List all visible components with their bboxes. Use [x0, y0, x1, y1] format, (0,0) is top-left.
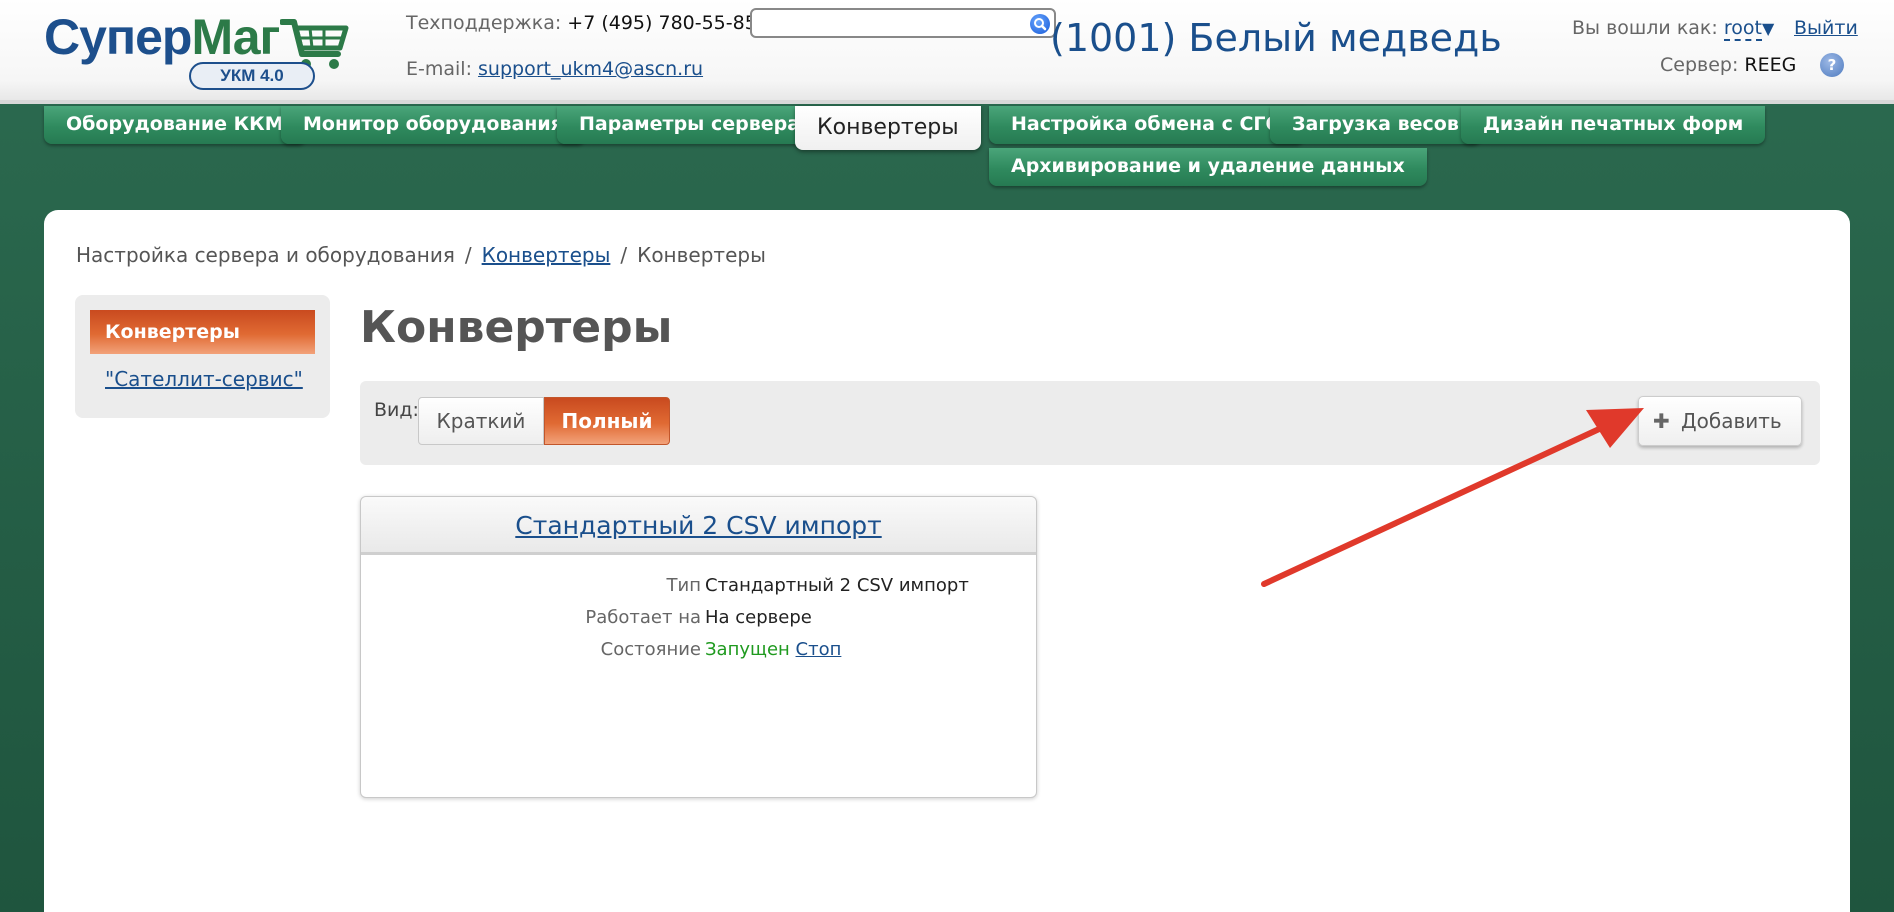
breadcrumb-current: Конвертеры — [637, 243, 766, 267]
sidebar-item-converters[interactable]: Конвертеры — [90, 310, 315, 354]
breadcrumb: Настройка сервера и оборудования / Конверт… — [76, 243, 766, 267]
tab-kkm-equipment[interactable]: Оборудование ККМ — [44, 106, 306, 144]
view-full-button[interactable]: Полный — [544, 397, 670, 445]
view-label: Вид: — [374, 399, 419, 421]
tab-print-forms[interactable]: Дизайн печатных форм — [1461, 106, 1766, 144]
help-icon[interactable]: ? — [1820, 53, 1844, 77]
tab-equipment-monitor[interactable]: Монитор оборудования — [281, 106, 585, 144]
tab-scales-loading[interactable]: Загрузка весов — [1270, 106, 1481, 144]
store-name: (1001) Белый медведь — [1050, 16, 1502, 60]
plus-icon: ✚ — [1653, 409, 1670, 433]
status-badge: Запущен — [705, 639, 790, 660]
page-title: Конвертеры — [360, 302, 673, 353]
card-row-state: Состояние Запущен Стоп — [600, 639, 842, 660]
email-link[interactable]: support_ukm4@ascn.ru — [478, 58, 703, 80]
tab-archiving[interactable]: Архивирование и удаление данных — [989, 148, 1427, 186]
card-row-runs-on: Работает на На сервере — [585, 607, 812, 628]
header: СуперМаг УКМ 4.0 Техподдержка: +7 (495) … — [0, 0, 1894, 104]
logo-text: СуперМаг — [44, 9, 280, 65]
breadcrumb-root: Настройка сервера и оборудования — [76, 243, 455, 267]
add-button[interactable]: ✚ Добавить — [1638, 396, 1802, 446]
user-dropdown[interactable]: root — [1723, 17, 1762, 41]
search-icon[interactable] — [1030, 14, 1050, 34]
view-short-button[interactable]: Краткий — [418, 397, 544, 445]
server-info: Сервер: REEG — [1660, 54, 1797, 76]
logo[interactable]: СуперМаг УКМ 4.0 — [44, 8, 354, 90]
converter-card: Стандартный 2 CSV импорт Тип Стандартный… — [360, 496, 1037, 798]
breadcrumb-converters-link[interactable]: Конвертеры — [482, 243, 611, 267]
login-info: Вы вошли как: root▼ — [1572, 17, 1775, 41]
support-email: E-mail: support_ukm4@ascn.ru — [406, 58, 704, 80]
sidebar: Конвертеры "Сателлит-сервис" — [75, 295, 330, 418]
caret-down-icon[interactable]: ▼ — [1762, 19, 1774, 38]
stop-link[interactable]: Стоп — [796, 639, 842, 660]
tab-sgo-exchange[interactable]: Настройка обмена с СГО — [989, 106, 1304, 144]
search-box — [750, 8, 1056, 38]
tab-converters[interactable]: Конвертеры — [795, 106, 981, 150]
card-row-type: Тип Стандартный 2 CSV импорт — [666, 575, 969, 596]
sidebar-item-satellite-service[interactable]: "Сателлит-сервис" — [105, 367, 303, 391]
converter-title-link[interactable]: Стандартный 2 CSV импорт — [515, 511, 881, 540]
search-input[interactable] — [758, 10, 1018, 36]
card-header: Стандартный 2 CSV импорт — [361, 497, 1036, 555]
logout-link[interactable]: Выйти — [1794, 17, 1858, 39]
version-badge: УКМ 4.0 — [189, 62, 315, 90]
tab-server-params[interactable]: Параметры сервера — [557, 106, 823, 144]
support-phone: Техподдержка: +7 (495) 780-55-85 — [406, 12, 757, 34]
annotation-arrow-icon — [1261, 408, 1644, 587]
